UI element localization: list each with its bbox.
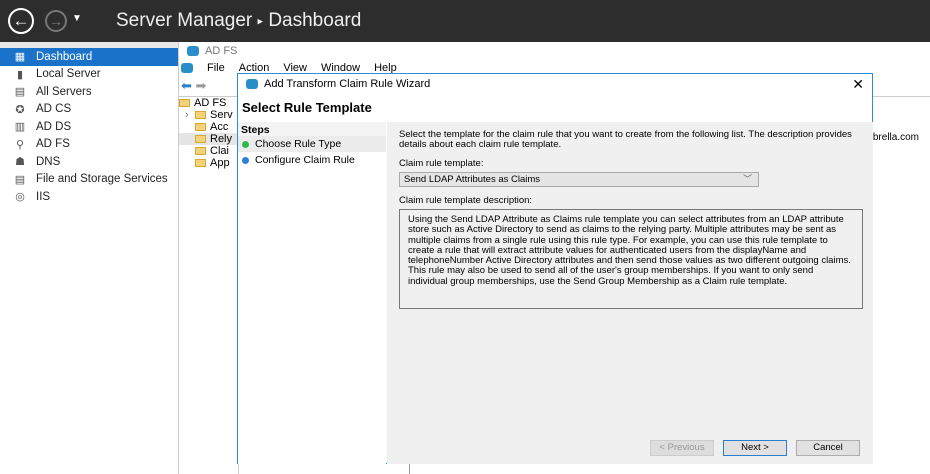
template-description: Using the Send LDAP Attribute as Claims … xyxy=(399,209,863,309)
step-label: Configure Claim Rule xyxy=(255,154,355,166)
wizard-header: Select Rule Template xyxy=(242,100,372,115)
forward-arrow-icon[interactable]: ➡ xyxy=(196,78,207,93)
folder-icon xyxy=(195,147,206,155)
folder-icon xyxy=(195,159,206,167)
tree-label: Acc xyxy=(210,121,229,133)
adfs-icon xyxy=(181,63,193,73)
sidebar-item-label: DNS xyxy=(36,155,61,168)
sidebar-item-file-and-storage-services[interactable]: ▤ File and Storage Services xyxy=(0,171,178,189)
intro-text: Select the template for the claim rule t… xyxy=(399,129,852,150)
servers-icon: ▤ xyxy=(14,86,26,99)
chevron-down-icon: ﹀ xyxy=(742,174,752,184)
results-text: brella.com xyxy=(872,132,919,143)
tree-item[interactable]: App xyxy=(179,157,238,169)
forward-button[interactable]: → xyxy=(45,10,67,32)
steps-title: Steps xyxy=(238,122,386,136)
breadcrumb-separator: ▸ xyxy=(257,15,264,28)
sidebar-item-label: AD CS xyxy=(36,103,72,116)
next-button[interactable]: Next > xyxy=(723,440,787,456)
close-icon[interactable]: ✕ xyxy=(852,76,864,93)
dashboard-icon: ▦ xyxy=(14,51,26,64)
iis-icon: ◎ xyxy=(15,191,25,204)
sidebar: ▦ Dashboard ▮ Local Server ▤ All Servers ✪ AD C… xyxy=(0,42,178,474)
tree-item[interactable]: Rely xyxy=(179,133,238,145)
history-dropdown-icon[interactable]: ▼ xyxy=(72,13,82,24)
adfs-icon xyxy=(187,46,199,56)
sidebar-item-label: All Servers xyxy=(36,85,92,98)
page-title: Dashboard xyxy=(268,10,362,31)
steps-panel: Steps Choose Rule Type Configure Claim R… xyxy=(238,122,386,464)
breadcrumb: Server Manager ▸ Dashboard xyxy=(116,10,361,32)
template-value: Send LDAP Attributes as Claims xyxy=(404,174,541,185)
tree-label: App xyxy=(210,157,230,169)
claim-rule-wizard: Add Transform Claim Rule Wizard ✕ Select… xyxy=(237,73,873,464)
sidebar-item-ad-cs[interactable]: ✪ AD CS xyxy=(0,101,178,119)
sidebar-item-label: File and Storage Services xyxy=(36,173,168,186)
sidebar-item-all-servers[interactable]: ▤ All Servers xyxy=(0,83,178,101)
expand-icon[interactable]: › xyxy=(185,109,195,121)
back-button[interactable]: ← xyxy=(8,8,34,34)
wizard-title: Add Transform Claim Rule Wizard xyxy=(264,78,431,90)
sidebar-item-ad-fs[interactable]: ⚲ AD FS xyxy=(0,136,178,154)
console-tree: AD FS › Serv Acc Rely Clai App xyxy=(179,96,239,474)
sidebar-item-iis[interactable]: ◎ IIS xyxy=(0,188,178,206)
sidebar-item-dashboard[interactable]: ▦ Dashboard xyxy=(0,48,178,66)
wizard-content: Select the template for the claim rule t… xyxy=(387,122,873,464)
console-title-text: AD FS xyxy=(205,45,238,57)
directory-icon: ▥ xyxy=(14,121,26,134)
folder-icon xyxy=(195,135,206,143)
tree-item-adfs[interactable]: AD FS xyxy=(179,97,238,109)
title-bar: ← → ▼ Server Manager ▸ Dashboard xyxy=(0,0,930,42)
sidebar-item-ad-ds[interactable]: ▥ AD DS xyxy=(0,118,178,136)
sidebar-item-label: AD DS xyxy=(36,120,72,133)
app-title: Server Manager xyxy=(116,10,253,31)
back-arrow-icon[interactable]: ⬅ xyxy=(181,78,192,93)
toolbar: ⬅ ➡ xyxy=(181,78,206,94)
adfs-icon xyxy=(246,79,258,89)
console-title: AD FS xyxy=(187,42,237,60)
sidebar-item-label: AD FS xyxy=(36,138,70,151)
tree-item[interactable]: Acc xyxy=(179,121,238,133)
sidebar-item-label: Dashboard xyxy=(36,50,93,63)
storage-icon: ▤ xyxy=(14,173,26,186)
menu-file[interactable]: File xyxy=(207,62,225,74)
button-row: < Previous Next > Cancel xyxy=(650,440,860,456)
sidebar-item-local-server[interactable]: ▮ Local Server xyxy=(0,66,178,84)
tree-label: Rely xyxy=(210,133,233,145)
tree-item[interactable]: › Serv xyxy=(179,109,238,121)
step-configure-claim-rule: Configure Claim Rule xyxy=(238,152,386,168)
sidebar-item-label: IIS xyxy=(36,190,51,203)
cancel-button[interactable]: Cancel xyxy=(796,440,860,456)
federation-icon: ⚲ xyxy=(15,138,25,151)
tree-item[interactable]: Clai xyxy=(179,145,238,157)
step-status-icon xyxy=(242,156,249,164)
step-choose-rule-type: Choose Rule Type xyxy=(238,136,386,152)
server-icon: ▮ xyxy=(16,68,24,81)
sidebar-item-label: Local Server xyxy=(36,68,101,81)
sidebar-item-dns[interactable]: ☗ DNS xyxy=(0,153,178,171)
dns-icon: ☗ xyxy=(15,156,25,169)
certificate-icon: ✪ xyxy=(15,103,25,116)
previous-button[interactable]: < Previous xyxy=(650,440,714,456)
step-label: Choose Rule Type xyxy=(255,138,342,150)
wizard-title-bar: Add Transform Claim Rule Wizard xyxy=(238,74,872,94)
tree-label: AD FS xyxy=(194,97,227,109)
template-label: Claim rule template: xyxy=(399,158,484,169)
folder-icon xyxy=(195,111,206,119)
description-label: Claim rule template description: xyxy=(399,195,533,206)
folder-icon xyxy=(179,99,190,107)
folder-icon xyxy=(195,123,206,131)
step-status-icon xyxy=(242,140,249,148)
tree-label: Serv xyxy=(210,109,233,121)
claim-rule-template-select[interactable]: Send LDAP Attributes as Claims ﹀ xyxy=(399,172,759,187)
tree-label: Clai xyxy=(210,145,229,157)
